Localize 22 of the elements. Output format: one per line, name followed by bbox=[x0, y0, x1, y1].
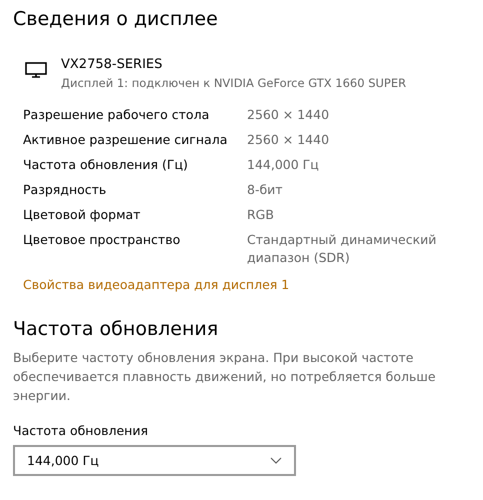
adapter-properties-link[interactable]: Свойства видеоадаптера для дисплея 1 bbox=[23, 277, 290, 292]
property-label: Частота обновления (Гц) bbox=[23, 156, 189, 174]
display-name: VX2758-SERIES bbox=[61, 56, 164, 74]
property-label: Разрядность bbox=[23, 181, 108, 199]
section-heading: Частота обновления bbox=[13, 318, 220, 340]
property-value: 144,000 Гц bbox=[247, 156, 320, 174]
monitor-icon bbox=[25, 62, 47, 78]
property-value: RGB bbox=[247, 206, 275, 224]
section-description: Выберите частоту обновления экрана. При высокой частоте обеспечивается плавность движений, но потребляется больше энергии. bbox=[13, 349, 437, 405]
refresh-rate-dropdown[interactable]: 144,000 Гц bbox=[13, 445, 296, 476]
property-label: Активное разрешение сигнала bbox=[23, 131, 228, 149]
display-connection: Дисплей 1: подключен к NVIDIA GeForce GTX 1660 SUPER bbox=[61, 75, 406, 92]
property-value: 2560 × 1440 bbox=[247, 106, 330, 124]
dropdown-label: Частота обновления bbox=[13, 423, 149, 438]
chevron-icon bbox=[270, 457, 282, 464]
property-label: Разрешение рабочего стола bbox=[23, 106, 210, 124]
page-title: Сведения о дисплее bbox=[13, 8, 219, 30]
property-label: Цветовой формат bbox=[23, 206, 142, 224]
property-value: 8-бит bbox=[247, 181, 284, 199]
property-label: Цветовое пространство bbox=[23, 231, 182, 249]
property-value: Стандартный динамический диапазон (SDR) bbox=[247, 231, 438, 267]
property-value: 2560 × 1440 bbox=[247, 131, 330, 149]
